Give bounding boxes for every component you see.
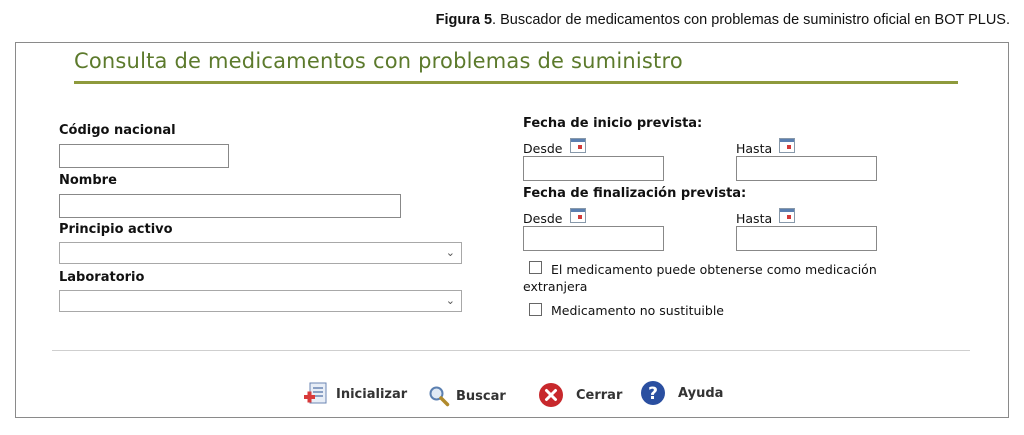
codigo-nacional-label: Código nacional (59, 123, 176, 138)
search-form-panel: Consulta de medicamentos con problemas d… (15, 42, 1009, 418)
codigo-nacional-input[interactable] (59, 144, 229, 168)
laboratorio-select[interactable]: ⌄ (59, 290, 462, 312)
fecha-fin-desde-input[interactable] (523, 226, 664, 251)
calendar-icon[interactable] (779, 138, 795, 153)
figure-caption-text: . Buscador de medicamentos con problemas… (492, 12, 1010, 28)
close-icon (539, 383, 563, 407)
cerrar-label: Cerrar (576, 387, 623, 403)
fecha-fin-label: Fecha de finalización prevista: (523, 186, 747, 201)
nombre-label: Nombre (59, 173, 117, 188)
reset-form-icon (304, 382, 327, 404)
principio-activo-label: Principio activo (59, 222, 173, 237)
fecha-inicio-hasta-label: Hasta (736, 141, 773, 156)
buscar-button[interactable]: Buscar (428, 383, 506, 409)
inicializar-button[interactable]: Inicializar (302, 381, 407, 407)
chevron-down-icon: ⌄ (445, 246, 455, 259)
magnifier-icon (429, 386, 450, 407)
no-sustituible-checkbox[interactable] (529, 303, 542, 316)
fecha-fin-hasta-label: Hasta (736, 211, 773, 226)
principio-activo-select[interactable]: ⌄ (59, 242, 462, 264)
calendar-icon[interactable] (779, 208, 795, 223)
fecha-fin-desde-label: Desde (523, 211, 563, 226)
extranjera-checkbox-label: El medicamento puede obtenerse como medi… (523, 262, 877, 294)
form-title: Consulta de medicamentos con problemas d… (74, 49, 683, 73)
laboratorio-label: Laboratorio (59, 270, 145, 285)
fecha-fin-hasta-input[interactable] (736, 226, 877, 251)
no-sustituible-checkbox-label: Medicamento no sustituible (551, 303, 724, 318)
nombre-input[interactable] (59, 194, 401, 218)
fecha-inicio-desde-input[interactable] (523, 156, 664, 181)
calendar-icon[interactable] (570, 208, 586, 223)
calendar-icon[interactable] (570, 138, 586, 153)
buscar-label: Buscar (456, 388, 506, 404)
figure-caption: Figura 5. Buscador de medicamentos con p… (436, 12, 1010, 28)
help-icon: ? (641, 381, 665, 405)
svg-text:?: ? (648, 384, 658, 404)
figure-label: Figura 5 (435, 12, 493, 28)
cerrar-button[interactable]: Cerrar (538, 382, 622, 408)
fecha-inicio-hasta-input[interactable] (736, 156, 877, 181)
footer-divider (52, 350, 970, 351)
ayuda-button[interactable]: ? Ayuda (640, 380, 723, 406)
ayuda-label: Ayuda (678, 385, 724, 401)
chevron-down-icon: ⌄ (445, 294, 455, 307)
fecha-inicio-desde-label: Desde (523, 141, 563, 156)
fecha-inicio-label: Fecha de inicio prevista: (523, 116, 703, 131)
inicializar-label: Inicializar (336, 386, 408, 402)
title-underline (74, 81, 958, 84)
